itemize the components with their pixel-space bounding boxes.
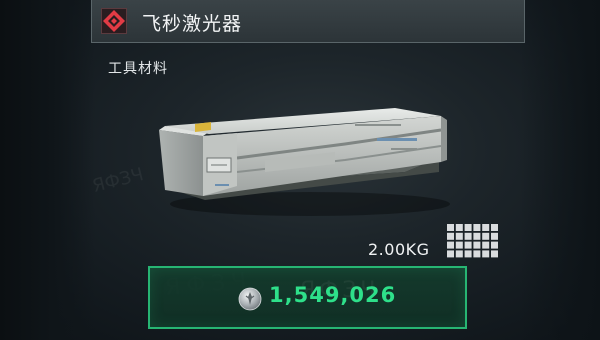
size-grid-cell (473, 250, 481, 258)
size-grid-cell (455, 224, 463, 231)
size-grid-cell (473, 241, 481, 249)
size-grid-cell (455, 241, 463, 249)
size-grid-cell (464, 241, 472, 249)
size-grid-cell (455, 250, 463, 258)
item-price: 1,549,026 (269, 283, 397, 307)
size-grid-cell (447, 224, 454, 231)
size-grid-cell (447, 241, 454, 249)
item-detail-panel: ЯФЗЧ ЯФЗЧ 飞秒激光器 工具材料 (0, 0, 600, 340)
price-panel: ЯФЗЧ 1,549,026 (148, 266, 467, 329)
size-grid-cell (473, 224, 481, 231)
item-name: 飞秒激光器 (142, 13, 243, 35)
size-grid-cell (455, 232, 463, 240)
background-shadow (0, 0, 95, 340)
size-grid-cell (491, 224, 498, 231)
size-grid-cell (447, 250, 454, 258)
size-grid-cell (491, 232, 498, 240)
size-grid-cell (482, 241, 490, 249)
silver-coin-icon (238, 287, 262, 311)
size-grid-cell (464, 224, 472, 231)
size-grid-cell (447, 232, 454, 240)
item-category: 工具材料 (108, 61, 168, 77)
size-grid-cell (491, 250, 498, 258)
item-title-bar: 飞秒激光器 (91, 0, 525, 43)
red-diamond-emblem-icon (101, 8, 127, 34)
size-grid-cell (491, 241, 498, 249)
size-grid-cell (464, 250, 472, 258)
item-weight: 2.00KG (368, 240, 430, 259)
size-grid-cell (482, 224, 490, 231)
size-grid-cell (482, 250, 490, 258)
size-grid-cell (473, 232, 481, 240)
inventory-size-grid-icon (447, 224, 498, 258)
femtosecond-laser-item-image (159, 108, 450, 216)
size-grid-cell (482, 232, 490, 240)
background-shadow (520, 0, 600, 340)
background-watermark: ЯФЗЧ (90, 164, 146, 197)
size-grid-cell (464, 232, 472, 240)
